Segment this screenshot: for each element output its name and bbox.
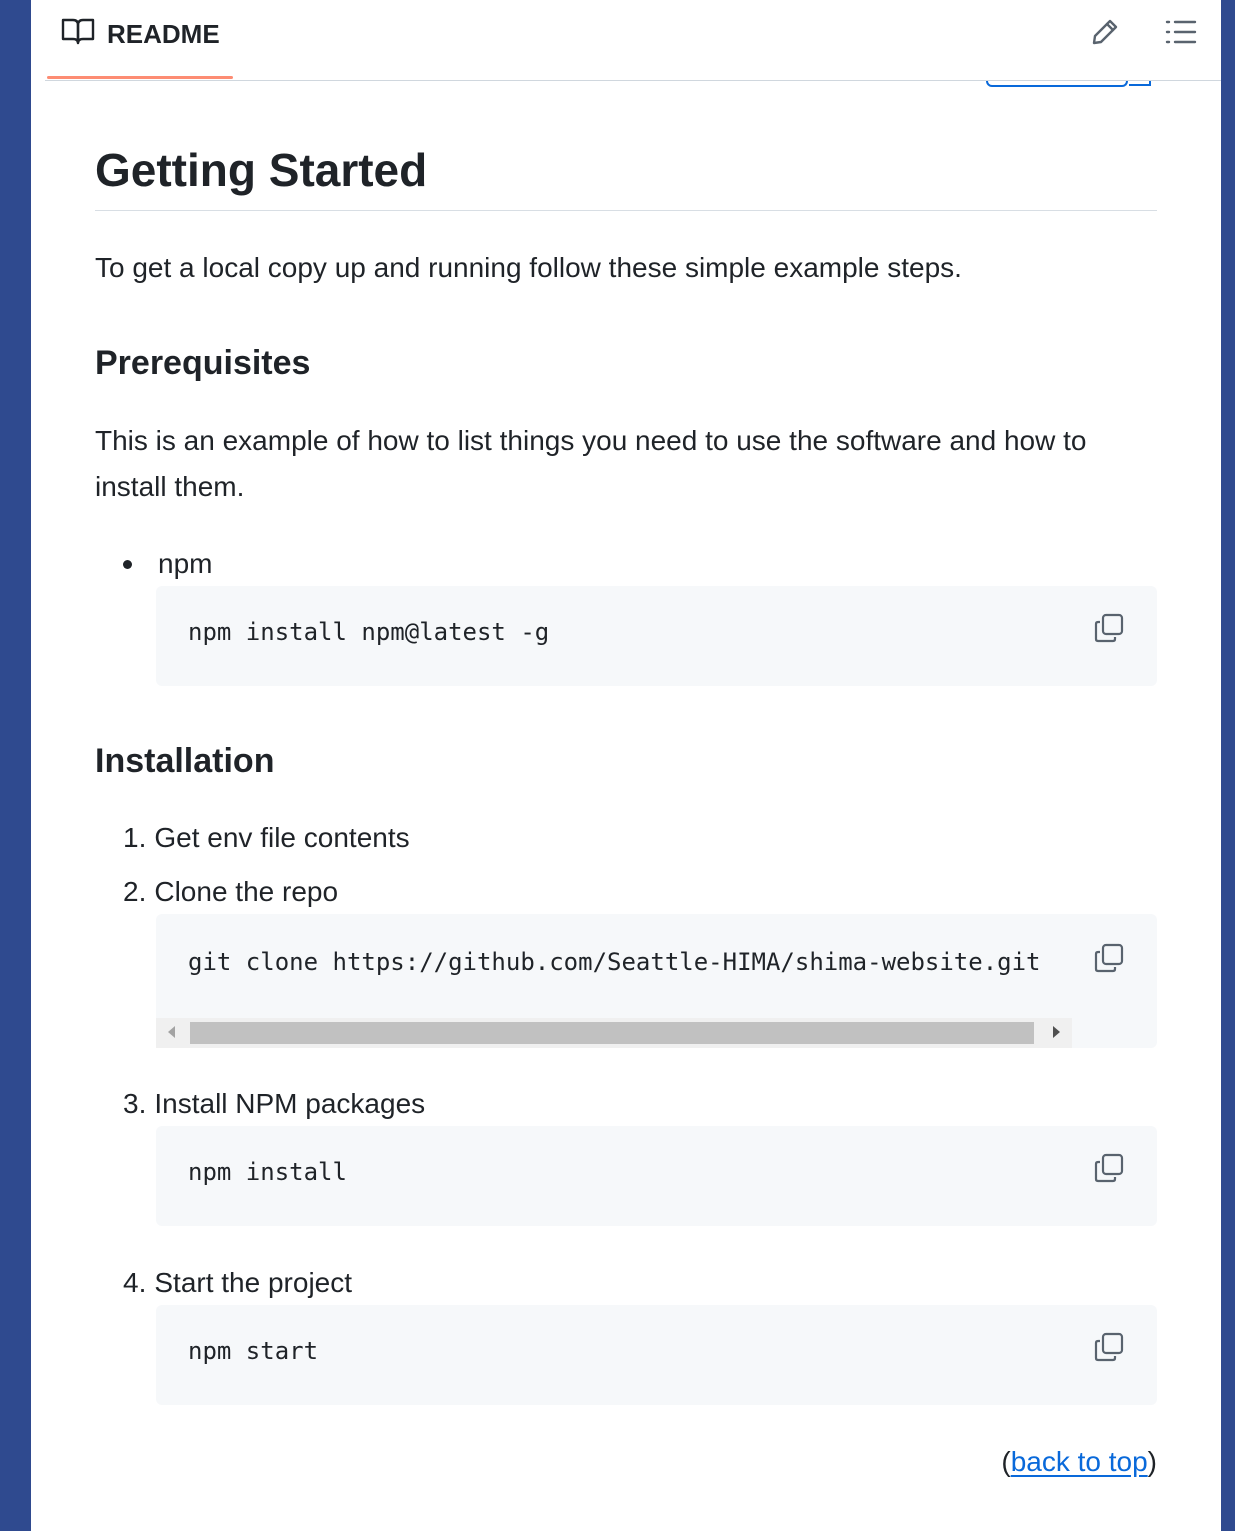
list-item-number: 1. bbox=[123, 822, 147, 853]
bullet-icon bbox=[123, 559, 132, 569]
intro-paragraph: To get a local copy up and running follo… bbox=[95, 252, 962, 283]
list-item-label: Install NPM packages bbox=[154, 1088, 426, 1119]
code-block-npm-install: npm install bbox=[156, 1126, 1157, 1226]
tab-readme-label: README bbox=[107, 18, 220, 49]
code-block-git-clone: git clone https://github.com/Seattle-HIM… bbox=[156, 914, 1157, 1048]
readme-panel: README Getting Started To get a local co… bbox=[31, 0, 1221, 1531]
prerequisites-description: This is an example of how to list things… bbox=[95, 425, 1087, 502]
copy-icon[interactable] bbox=[1091, 940, 1127, 976]
list-item-number: 2. bbox=[123, 876, 147, 907]
list-item: 4. Start the project bbox=[123, 1261, 352, 1305]
code-text[interactable]: git clone https://github.com/Seattle-HIM… bbox=[188, 948, 1041, 976]
code-text[interactable]: npm install npm@latest -g bbox=[188, 618, 549, 646]
prerequisites-heading: Prerequisites bbox=[95, 344, 311, 382]
list-item: 1. Get env file contents bbox=[123, 816, 410, 860]
scrollbar-thumb[interactable] bbox=[190, 1022, 1034, 1044]
installation-heading: Installation bbox=[95, 742, 275, 780]
back-to-top-link[interactable]: back to top bbox=[1011, 1446, 1148, 1477]
copy-icon[interactable] bbox=[1091, 1329, 1127, 1365]
code-block-npm-install-global: npm install npm@latest -g bbox=[156, 586, 1157, 686]
list-item-label: Clone the repo bbox=[154, 876, 339, 907]
header-actions bbox=[1087, 14, 1199, 50]
horizontal-scrollbar[interactable] bbox=[156, 1018, 1072, 1048]
active-tab-indicator bbox=[47, 76, 233, 79]
scroll-right-icon[interactable] bbox=[1053, 1026, 1060, 1038]
back-to-top: (back to top) bbox=[1001, 1440, 1157, 1484]
list-item-label: Get env file contents bbox=[154, 822, 410, 853]
list-icon[interactable] bbox=[1163, 14, 1199, 50]
book-icon bbox=[61, 17, 95, 52]
list-item: npm bbox=[123, 542, 212, 586]
code-text[interactable]: npm install bbox=[188, 1158, 347, 1186]
code-block-npm-start: npm start bbox=[156, 1305, 1157, 1405]
scroll-left-icon[interactable] bbox=[168, 1026, 175, 1038]
pencil-icon[interactable] bbox=[1087, 14, 1123, 50]
code-text[interactable]: npm start bbox=[188, 1337, 318, 1365]
page-title: Getting Started bbox=[95, 140, 1157, 211]
list-item-label: npm bbox=[158, 548, 213, 579]
list-item: 3. Install NPM packages bbox=[123, 1082, 425, 1126]
readme-header: README bbox=[45, 0, 1221, 81]
back-to-top-open-paren: ( bbox=[1001, 1446, 1011, 1477]
copy-icon[interactable] bbox=[1091, 1150, 1127, 1186]
list-item: 2. Clone the repo bbox=[123, 870, 338, 914]
list-item-number: 3. bbox=[123, 1088, 147, 1119]
copy-icon[interactable] bbox=[1091, 610, 1127, 646]
tab-readme[interactable]: README bbox=[61, 14, 220, 54]
list-item-label: Start the project bbox=[154, 1267, 353, 1298]
back-to-top-close-paren: ) bbox=[1147, 1446, 1157, 1477]
list-item-number: 4. bbox=[123, 1267, 147, 1298]
